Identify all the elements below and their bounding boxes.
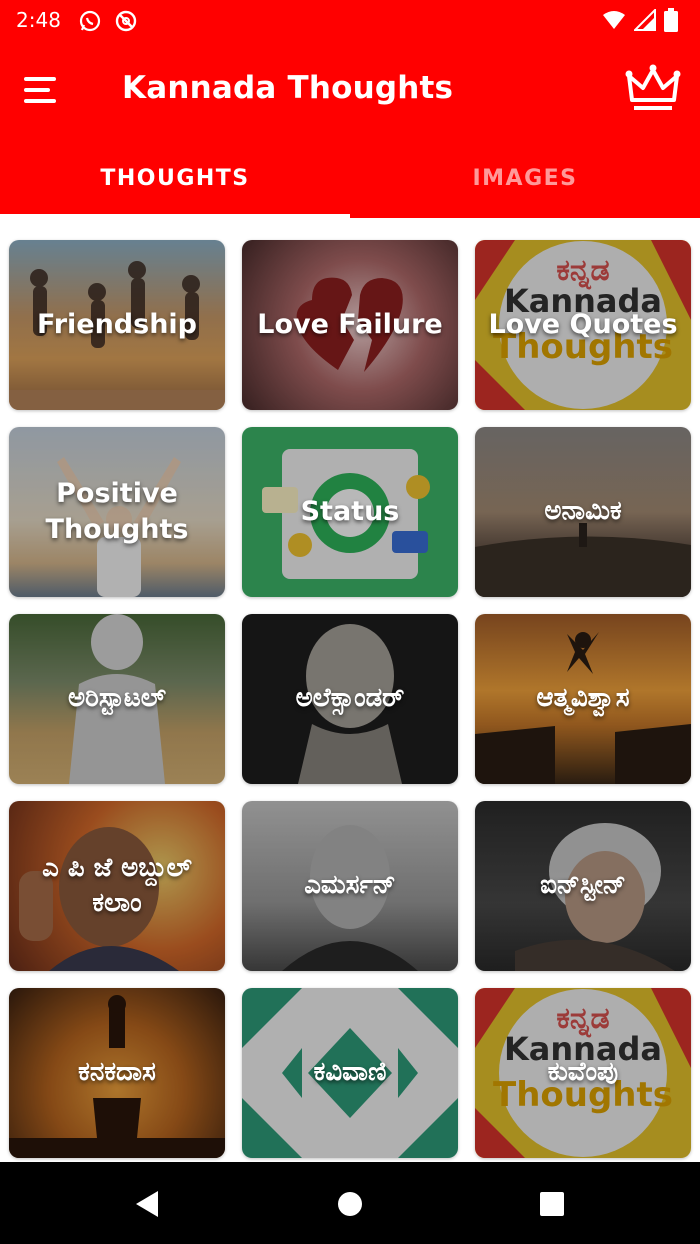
category-label: Positive Thoughts <box>45 477 189 545</box>
app-title: Kannada Thoughts <box>122 70 454 106</box>
category-label: ಆತ್ಮವಿಶ್ವಾಸ <box>536 683 630 714</box>
category-label: ಐನ್‌ಸ್ಟೀನ್ <box>540 870 626 901</box>
category-label: Love Quotes <box>488 308 678 340</box>
blocked-icon <box>115 10 137 32</box>
status-time: 2:48 <box>16 8 61 32</box>
back-icon <box>136 1191 158 1217</box>
category-label: ಅನಾಮಿಕ <box>544 496 622 527</box>
category-label: ಎ ಪಿ ಜೆ ಅಬ್ದುಲ್ ಕಲಾಂ <box>42 852 192 918</box>
category-tile-alexander[interactable]: ಅಲೆಕ್ಸಾಂಡರ್ <box>242 614 458 784</box>
status-bar: 2:48 <box>0 0 700 42</box>
category-tile-kanakadasa[interactable]: ಕನಕದಾಸ <box>9 988 225 1158</box>
recents-button[interactable] <box>530 1182 574 1226</box>
category-label: ಕನಕದಾಸ <box>78 1057 156 1088</box>
back-button[interactable] <box>124 1182 168 1226</box>
category-tile-status[interactable]: Status <box>242 427 458 597</box>
battery-icon <box>664 8 678 32</box>
category-label: ಎಮರ್ಸನ್ <box>304 870 396 901</box>
tab-images[interactable]: IMAGES <box>350 138 700 218</box>
recents-icon <box>540 1192 564 1216</box>
category-label: ಕವಿವಾಣಿ <box>313 1057 387 1088</box>
system-icons <box>602 8 678 32</box>
wifi-icon <box>603 11 625 29</box>
category-label: Status <box>300 495 400 527</box>
whatsapp-icon <box>79 10 101 32</box>
category-tile-einstein[interactable]: ಐನ್‌ಸ್ಟೀನ್ <box>475 801 691 971</box>
category-tile-kuvempu[interactable]: ಕನ್ನಡ Kannada Thoughts ಕುವೆಂಪು <box>475 988 691 1158</box>
category-tile-confidence[interactable]: ಆತ್ಮವಿಶ್ವಾಸ <box>475 614 691 784</box>
category-tile-love-failure[interactable]: Love Failure <box>242 240 458 410</box>
category-label: Friendship <box>36 308 198 340</box>
category-tile-love-quotes[interactable]: ಕನ್ನಡ Kannada Thoughts Love Quotes <box>475 240 691 410</box>
category-tile-abdul-kalam[interactable]: ಎ ಪಿ ಜೆ ಅಬ್ದುಲ್ ಕಲಾಂ <box>9 801 225 971</box>
app-bar: Kannada Thoughts <box>0 42 700 138</box>
category-label: Love Failure <box>257 308 443 340</box>
category-tile-kavivani[interactable]: ಕವಿವಾಣಿ <box>242 988 458 1158</box>
signal-icon <box>634 9 656 31</box>
category-tile-aristotle[interactable]: ಅರಿಸ್ಟಾಟಲ್ <box>9 614 225 784</box>
category-label: ಅಲೆಕ್ಸಾಂಡರ್ <box>295 683 405 714</box>
category-label: ಅರಿಸ್ಟಾಟಲ್ <box>68 683 166 714</box>
category-label: ಕುವೆಂಪು <box>547 1057 619 1088</box>
home-icon <box>338 1192 362 1216</box>
tab-thoughts[interactable]: THOUGHTS <box>0 138 350 218</box>
category-tile-positive-thoughts[interactable]: Positive Thoughts <box>9 427 225 597</box>
category-tile-friendship[interactable]: Friendship <box>9 240 225 410</box>
category-tile-anamika[interactable]: ಅನಾಮಿಕ <box>475 427 691 597</box>
crown-icon[interactable] <box>624 62 682 116</box>
category-grid: Friendship Love Failure ಕನ್ನಡ Kannada Th… <box>0 218 700 1162</box>
tab-bar: THOUGHTS IMAGES <box>0 138 700 218</box>
home-button[interactable] <box>328 1182 372 1226</box>
category-tile-emerson[interactable]: ಎಮರ್ಸನ್ <box>242 801 458 971</box>
notification-icons <box>78 9 138 33</box>
system-nav-bar <box>0 1162 700 1244</box>
hamburger-menu-icon[interactable] <box>24 70 72 110</box>
